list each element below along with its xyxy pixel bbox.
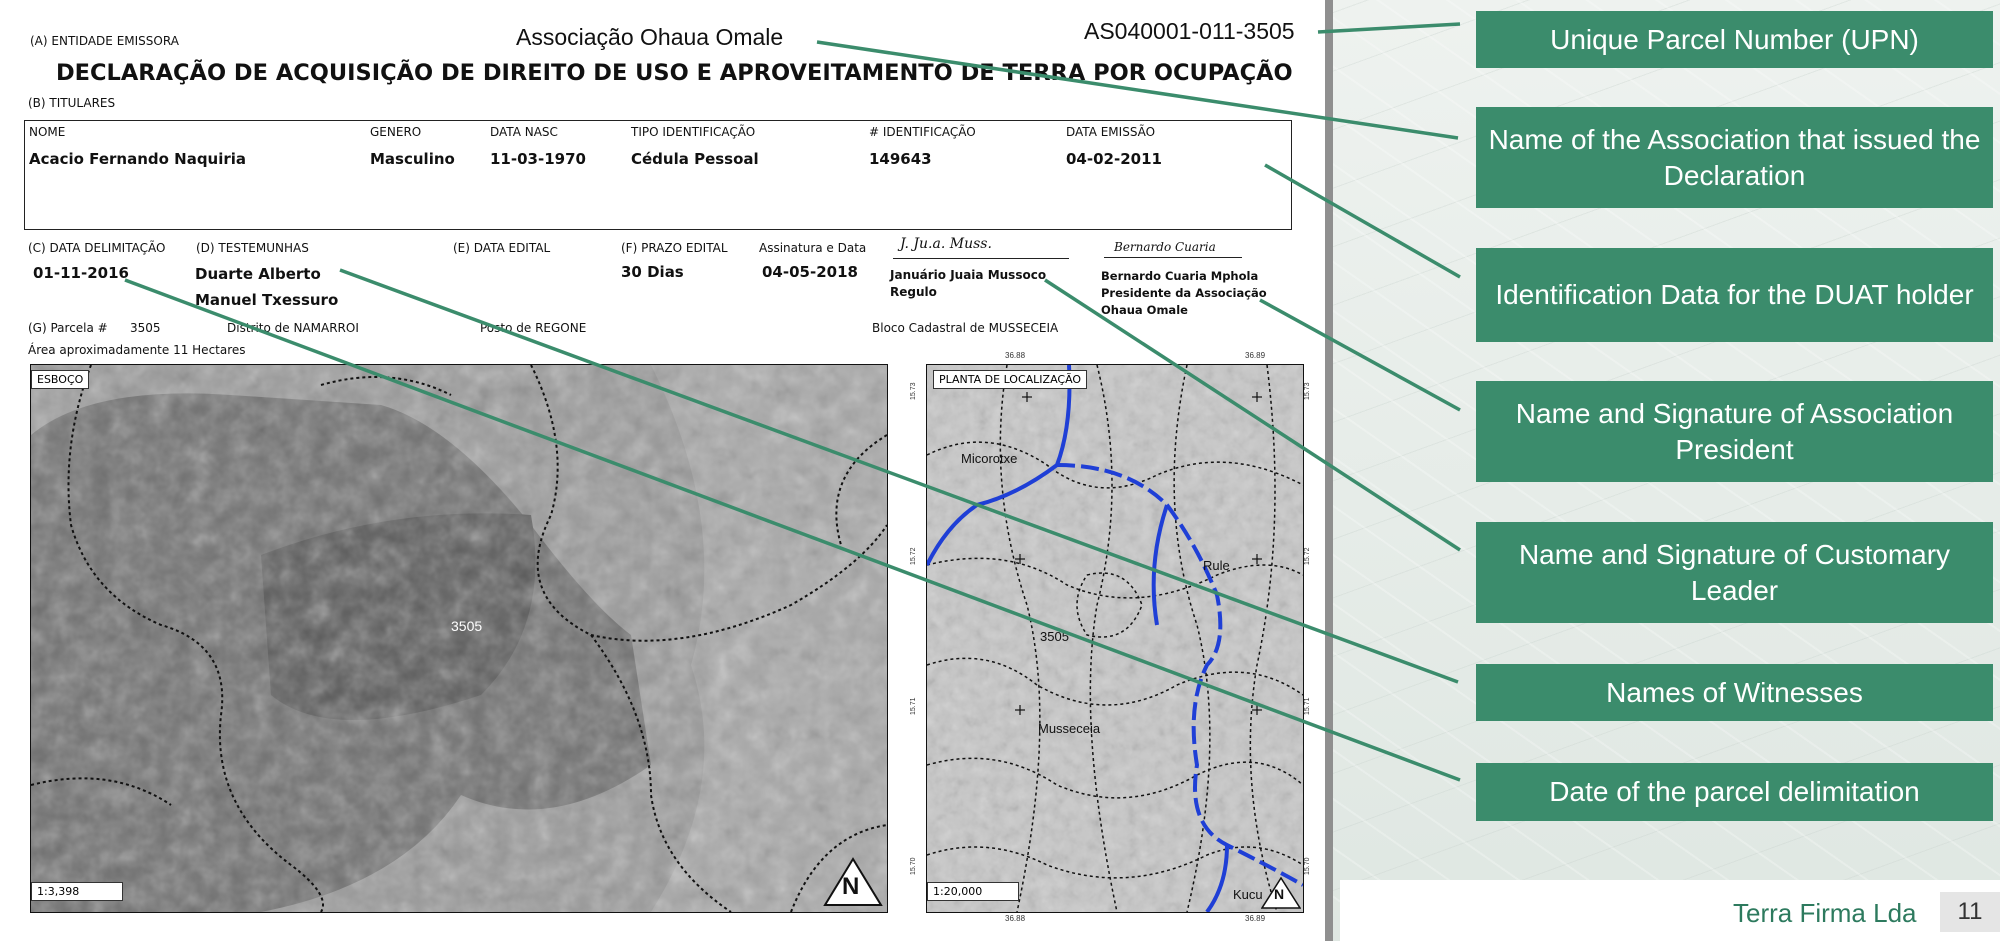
callout-customary-leader: Name and Signature of Customary Leader — [1476, 522, 1993, 623]
callout-delimitation-date: Date of the parcel delimitation — [1476, 763, 1993, 821]
callout-holder-data: Identification Data for the DUAT holder — [1476, 248, 1993, 342]
callout-president: Name and Signature of Association Presid… — [1476, 381, 1993, 482]
leader-line-upn — [1317, 22, 1461, 34]
leader-line-association — [816, 40, 1459, 140]
callout-witnesses: Names of Witnesses — [1476, 664, 1993, 721]
leader-line-president — [1259, 298, 1461, 412]
leader-line-holder — [1264, 163, 1461, 279]
callout-association: Name of the Association that issued the … — [1476, 107, 1993, 208]
leader-line-leader — [1044, 278, 1461, 552]
leader-line-delimitation — [124, 278, 1461, 782]
callout-upn: Unique Parcel Number (UPN) — [1476, 11, 1993, 68]
leader-line-witnesses — [339, 268, 1459, 684]
